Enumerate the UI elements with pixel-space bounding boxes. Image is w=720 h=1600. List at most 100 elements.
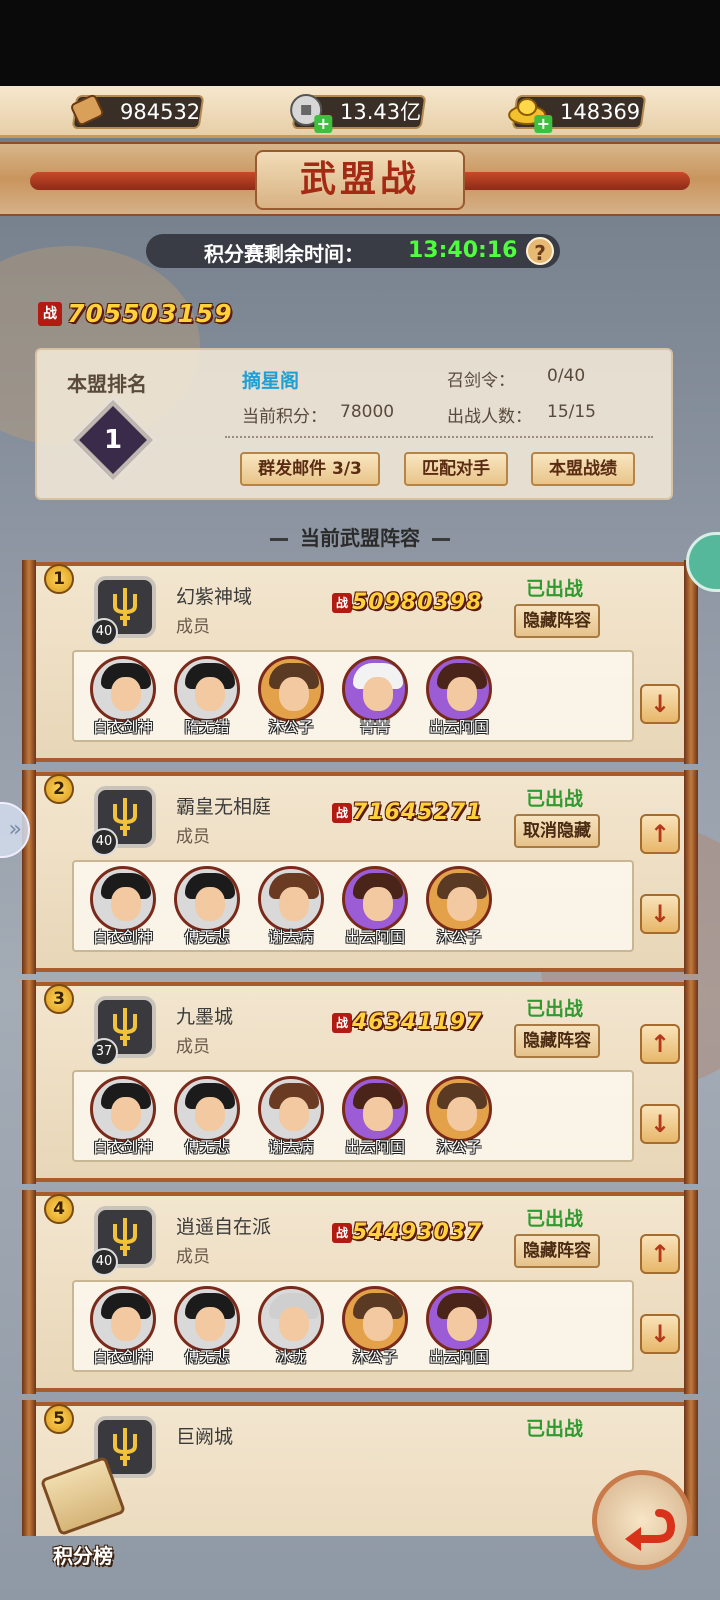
member-lineup-list[interactable]: 1 40 幻紫神域 成员 战 50980398 已出战 隐藏阵容 白衣剑神 隋无错… <box>20 556 700 1536</box>
hero-name: 傅无悲 <box>184 928 230 946</box>
member-power: 战 46341197 <box>332 1010 482 1035</box>
page-title: 武盟战 <box>299 159 420 200</box>
hero-name: 傅无悲 <box>184 1138 230 1156</box>
hero-avatar[interactable]: 隋无错 <box>172 656 242 740</box>
hero-avatar[interactable]: 出云阿国 <box>340 866 410 950</box>
resource-coin[interactable]: + 13.43亿 <box>290 94 427 133</box>
hero-name: 白衣剑神 <box>92 928 153 946</box>
hero-avatar[interactable]: 沐公子 <box>340 1286 410 1370</box>
back-arrow-icon <box>625 1509 676 1551</box>
hero-avatar[interactable]: 白衣剑神 <box>88 866 158 950</box>
hero-avatar[interactable]: 傅无悲 <box>172 1286 242 1370</box>
member-level: 40 <box>90 1248 118 1276</box>
hero-lineup: 白衣剑神 隋无错 沐公子 菁菁 出云阿国 <box>72 650 634 742</box>
hero-name: 出云阿国 <box>344 928 405 946</box>
member-card: 2 40 霸皇无相庭 成员 战 71645271 已出战 取消隐藏 白衣剑神 傅无… <box>22 770 698 974</box>
hero-name: 谢去病 <box>268 1138 314 1156</box>
title-dash <box>432 538 450 541</box>
hero-avatar[interactable]: 出云阿国 <box>424 1286 494 1370</box>
game-stage: 984532 + 13.43亿 + 148369 武盟战 积分赛剩余时间： 1 3… <box>0 86 720 1600</box>
hero-avatar[interactable]: 沐公子 <box>424 866 494 950</box>
score-value: 78000 <box>340 402 395 422</box>
hero-avatar[interactable]: 冰珑 <box>256 1286 326 1370</box>
hide-lineup-button[interactable]: 隐藏阵容 <box>514 604 600 638</box>
hero-avatar[interactable]: 白衣剑神 <box>88 1286 158 1370</box>
alliance-info-panel: 本盟排名 1 摘星阁 当前积分： 78000 召剑令： 0/40 出战人数： 1… <box>35 348 673 500</box>
power-icon: 战 <box>332 592 352 613</box>
member-name: 霸皇无相庭 <box>176 796 272 818</box>
move-up-button[interactable]: ↑ <box>640 814 680 854</box>
move-down-button[interactable]: ↓ <box>640 1314 680 1354</box>
resource-gold[interactable]: + 148369 <box>508 95 647 133</box>
member-name: 巨阙城 <box>176 1426 234 1448</box>
lineup-title: 当前武盟阵容 <box>0 522 720 551</box>
hero-avatar[interactable]: 白衣剑神 <box>88 656 158 740</box>
resource-value: 148369 <box>560 100 641 124</box>
hero-name: 白衣剑神 <box>92 1138 153 1156</box>
member-level: 37 <box>90 1038 118 1066</box>
power-icon: 战 <box>332 802 352 823</box>
members-value: 15/15 <box>547 402 596 422</box>
hero-name: 白衣剑神 <box>92 718 153 736</box>
member-level: 40 <box>90 828 118 856</box>
member-role: 成员 <box>176 617 210 637</box>
title-banner: 武盟战 <box>0 142 720 216</box>
member-index-badge: 5 <box>44 1404 74 1434</box>
hero-name: 傅无悲 <box>184 1348 230 1366</box>
hero-name: 沐公子 <box>352 1348 398 1366</box>
help-icon[interactable]: ? <box>526 237 554 265</box>
token-value: 0/40 <box>547 366 586 386</box>
add-coin-button[interactable]: + <box>314 114 333 133</box>
hero-avatar[interactable]: 白衣剑神 <box>88 1076 158 1160</box>
rank-value: 1 <box>103 425 123 455</box>
resource-scroll[interactable]: 984532 <box>71 94 205 129</box>
member-card: 1 40 幻紫神域 成员 战 50980398 已出战 隐藏阵容 白衣剑神 隋无错… <box>22 560 698 764</box>
power-icon: 战 <box>38 301 62 326</box>
hero-avatar[interactable]: 出云阿国 <box>340 1076 410 1160</box>
move-down-button[interactable]: ↓ <box>640 684 680 724</box>
hide-lineup-button[interactable]: 隐藏阵容 <box>514 1234 600 1268</box>
hero-name: 沐公子 <box>268 718 314 736</box>
hero-name: 出云阿国 <box>344 1138 405 1156</box>
status-label: 已出战 <box>526 1418 584 1440</box>
hero-avatar[interactable]: 谢去病 <box>256 1076 326 1160</box>
member-level: 40 <box>90 618 118 646</box>
member-index-badge: 4 <box>44 1194 74 1224</box>
hero-avatar[interactable]: 沐公子 <box>424 1076 494 1160</box>
move-up-button[interactable]: ↑ <box>640 1024 680 1064</box>
hero-avatar[interactable]: 谢去病 <box>256 866 326 950</box>
resource-bar: 984532 + 13.43亿 + 148369 <box>0 86 720 138</box>
power-icon: 战 <box>332 1222 352 1243</box>
member-name: 九墨城 <box>176 1006 234 1028</box>
group-mail-button[interactable]: 群发邮件 3/3 <box>240 452 380 486</box>
divider <box>225 436 653 438</box>
timer-label: 积分赛剩余时间： <box>204 242 364 266</box>
lineup-title-text: 当前武盟阵容 <box>300 526 420 550</box>
power-icon: 战 <box>332 1012 352 1033</box>
move-up-button[interactable]: ↑ <box>640 1234 680 1274</box>
hero-avatar[interactable]: 沐公子 <box>256 656 326 740</box>
hero-avatar[interactable]: 出云阿国 <box>424 656 494 740</box>
unhide-lineup-button[interactable]: 取消隐藏 <box>514 814 600 848</box>
match-opponent-button[interactable]: 匹配对手 <box>404 452 508 486</box>
leaderboard-button[interactable]: 积分榜 <box>28 1455 138 1570</box>
add-gold-button[interactable]: + <box>534 114 553 133</box>
leaderboard-label: 积分榜 <box>53 1544 113 1568</box>
hero-name: 出云阿国 <box>428 1348 489 1366</box>
member-index-badge: 1 <box>44 564 74 594</box>
member-card: 4 40 逍遥自在派 成员 战 54493037 已出战 隐藏阵容 白衣剑神 傅无… <box>22 1190 698 1394</box>
hide-lineup-button[interactable]: 隐藏阵容 <box>514 1024 600 1058</box>
members-label: 出战人数： <box>447 407 532 427</box>
member-role: 成员 <box>176 827 210 847</box>
move-down-button[interactable]: ↓ <box>640 894 680 934</box>
hero-avatar[interactable]: 菁菁 <box>340 656 410 740</box>
title-dash <box>270 538 288 541</box>
hero-avatar[interactable]: 傅无悲 <box>172 1076 242 1160</box>
hero-avatar[interactable]: 傅无悲 <box>172 866 242 950</box>
alliance-record-button[interactable]: 本盟战绩 <box>531 452 635 486</box>
back-button[interactable] <box>592 1470 692 1570</box>
move-down-button[interactable]: ↓ <box>640 1104 680 1144</box>
rank-label: 本盟排名 <box>67 372 147 396</box>
total-power-value: 705503159 <box>67 299 233 328</box>
hero-name: 冰珑 <box>275 1348 306 1366</box>
